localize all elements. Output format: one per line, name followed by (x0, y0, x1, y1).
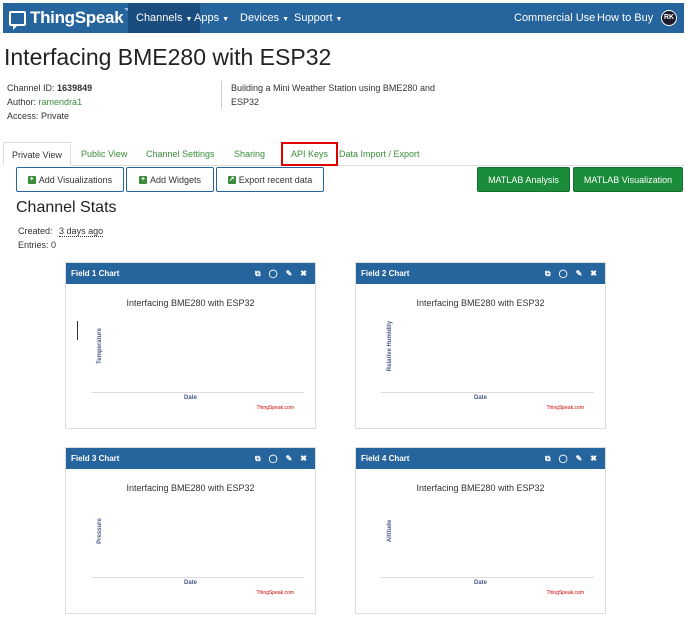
nav-how-to-buy[interactable]: How to Buy (597, 3, 653, 33)
nav-support[interactable]: Support ▼ (294, 3, 342, 33)
plus-icon: + (27, 175, 36, 184)
access-value: Private (41, 111, 70, 121)
external-link-icon[interactable]: ⧉ (545, 263, 551, 284)
pencil-icon[interactable]: ✎ (286, 448, 293, 469)
nav-channels[interactable]: Channels ▼ (128, 3, 201, 33)
comment-icon[interactable]: ◯ (269, 448, 278, 469)
field-1-chart-panel: Field 1 Chart ⧉ ◯ ✎ ✖ Interfacing BME280… (65, 262, 316, 429)
export-recent-data-button[interactable]: ↗ Export recent data (216, 167, 324, 192)
created-value: 3 days ago (59, 226, 104, 237)
created-line: Created: 3 days ago (18, 226, 104, 237)
nav-commercial-use[interactable]: Commercial Use (514, 3, 595, 33)
chart-title: Interfacing BME280 with ESP32 (126, 483, 255, 493)
description-divider (221, 81, 222, 109)
top-navbar: ThingSpeak™ Channels▼ Apps▼ Devices▼ Sup… (3, 3, 684, 33)
author-label: Author: (7, 97, 37, 107)
panel-header: Field 4 Chart ⧉ ◯ ✎ ✖ (356, 448, 605, 469)
entries-label: Entries: (18, 240, 49, 250)
thingspeak-logo[interactable]: ThingSpeak™ (9, 7, 131, 30)
comment-icon[interactable]: ◯ (559, 448, 568, 469)
pencil-icon[interactable]: ✎ (576, 263, 583, 284)
chart-credit-link[interactable]: ThingSpeak.com (546, 405, 584, 411)
tab-data-import-export[interactable]: Data Import / Export (331, 142, 428, 166)
text-cursor (77, 321, 78, 340)
panel-title: Field 4 Chart (361, 454, 410, 463)
channel-description: Building a Mini Weather Station using BM… (231, 83, 435, 107)
tab-private-view[interactable]: Private View (3, 142, 71, 166)
add-widgets-button[interactable]: + Add Widgets (126, 167, 214, 192)
x-axis-line (91, 392, 304, 393)
panel-title: Field 2 Chart (361, 269, 410, 278)
channel-id-value: 1639849 (57, 83, 93, 93)
chart-credit-link[interactable]: ThingSpeak.com (546, 590, 584, 596)
tab-public-view[interactable]: Public View (73, 142, 135, 166)
panel-header: Field 2 Chart ⧉ ◯ ✎ ✖ (356, 263, 605, 284)
y-axis-label: Pressure (97, 518, 103, 544)
entries-line: Entries: 0 (18, 240, 56, 250)
brand-name: ThingSpeak™ (30, 8, 131, 27)
nav-devices[interactable]: Devices ▼ (240, 3, 289, 33)
x-axis-line (381, 577, 594, 578)
x-axis-label: Date (473, 395, 487, 401)
panel-title: Field 1 Chart (71, 269, 120, 278)
matlab-analysis-button[interactable]: MATLAB Analysis (477, 167, 570, 192)
external-link-icon[interactable]: ⧉ (255, 448, 261, 469)
pencil-icon[interactable]: ✎ (576, 448, 583, 469)
x-axis-line (381, 392, 594, 393)
channel-id-label: Channel ID: (7, 83, 55, 93)
tab-sharing[interactable]: Sharing (226, 142, 273, 166)
y-axis-label: Altitude (387, 519, 393, 543)
nav-apps[interactable]: Apps ▼ (194, 3, 229, 33)
x-axis-label: Date (183, 580, 197, 586)
channel-stats-title: Channel Stats (16, 199, 117, 216)
chart-title: Interfacing BME280 with ESP32 (416, 483, 545, 493)
comment-icon[interactable]: ◯ (559, 263, 568, 284)
close-icon[interactable]: ✖ (300, 448, 307, 469)
field-4-chart-panel: Field 4 Chart ⧉ ◯ ✎ ✖ Interfacing BME280… (355, 447, 606, 614)
chat-bubble-icon (9, 10, 26, 30)
caret-down-icon: ▼ (282, 16, 290, 23)
y-axis-label: Relative Humidity (387, 320, 393, 372)
panel-title: Field 3 Chart (71, 454, 120, 463)
user-avatar[interactable]: RK (661, 10, 677, 26)
panel-header: Field 3 Chart ⧉ ◯ ✎ ✖ (66, 448, 315, 469)
author-link[interactable]: ramendra1 (39, 97, 83, 107)
field-2-chart-panel: Field 2 Chart ⧉ ◯ ✎ ✖ Interfacing BME280… (355, 262, 606, 429)
pencil-icon[interactable]: ✎ (286, 263, 293, 284)
chart-credit-link[interactable]: ThingSpeak.com (256, 590, 294, 596)
tab-channel-settings[interactable]: Channel Settings (138, 142, 223, 166)
caret-down-icon: ▼ (222, 16, 230, 23)
x-axis-line (91, 577, 304, 578)
panel-header: Field 1 Chart ⧉ ◯ ✎ ✖ (66, 263, 315, 284)
comment-icon[interactable]: ◯ (269, 263, 278, 284)
plus-icon: + (138, 175, 147, 184)
page-title: Interfacing BME280 with ESP32 (4, 44, 332, 70)
y-axis-label: Temperature (97, 328, 103, 364)
channel-tabs: Private View Public View Channel Setting… (3, 142, 684, 166)
channel-meta: Channel ID: 1639849 Author: ramendra1 Ac… (7, 81, 92, 123)
chart-title: Interfacing BME280 with ESP32 (126, 298, 255, 308)
access-label: Access: (7, 111, 39, 121)
caret-down-icon: ▼ (185, 16, 193, 23)
close-icon[interactable]: ✖ (590, 263, 597, 284)
close-icon[interactable]: ✖ (590, 448, 597, 469)
entries-value: 0 (51, 240, 57, 250)
matlab-visualization-button[interactable]: MATLAB Visualization (573, 167, 683, 192)
field-3-chart-panel: Field 3 Chart ⧉ ◯ ✎ ✖ Interfacing BME280… (65, 447, 316, 614)
chart-title: Interfacing BME280 with ESP32 (416, 298, 545, 308)
add-visualizations-button[interactable]: + Add Visualizations (16, 167, 124, 192)
created-label: Created: (18, 226, 53, 236)
chart-credit-link[interactable]: ThingSpeak.com (256, 405, 294, 411)
close-icon[interactable]: ✖ (300, 263, 307, 284)
caret-down-icon: ▼ (335, 16, 343, 23)
external-link-icon[interactable]: ⧉ (545, 448, 551, 469)
external-link-icon[interactable]: ⧉ (255, 263, 261, 284)
x-axis-label: Date (473, 580, 487, 586)
tab-api-keys[interactable]: API Keys (281, 142, 339, 166)
x-axis-label: Date (183, 395, 197, 401)
export-icon: ↗ (227, 175, 236, 184)
